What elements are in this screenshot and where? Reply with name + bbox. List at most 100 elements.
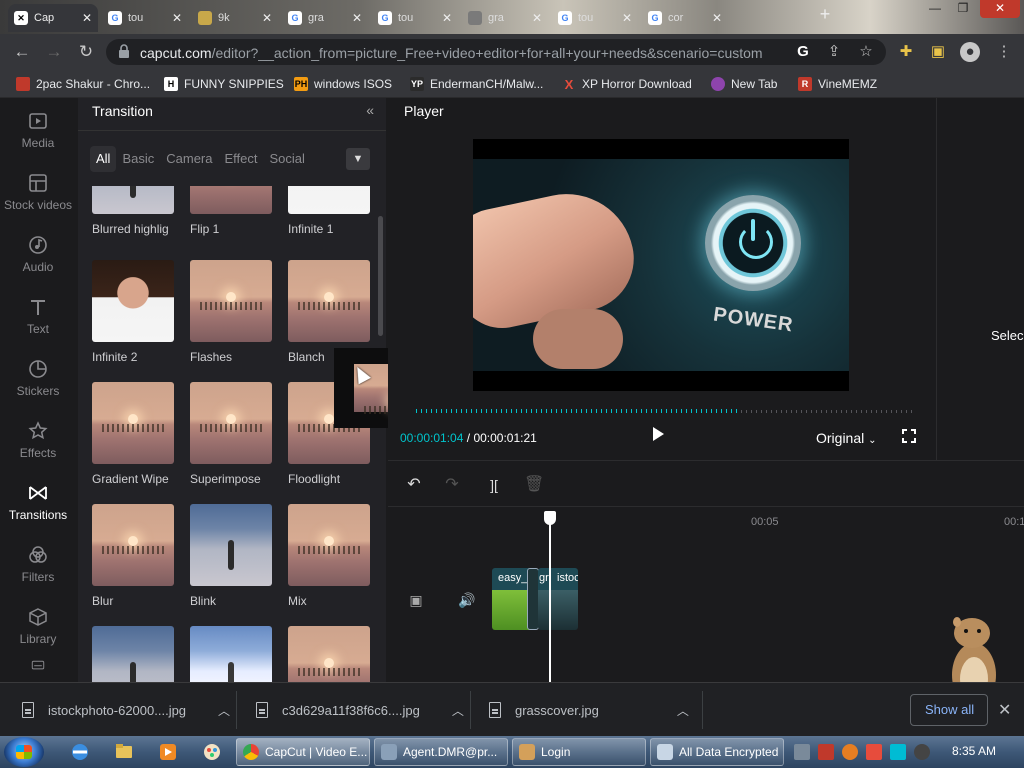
taskbar-task-chrome[interactable]: CapCut | Video E...	[236, 738, 370, 766]
panel-scrollbar[interactable]	[378, 216, 383, 336]
rail-item-media[interactable]: Media	[0, 110, 76, 166]
tray-icon-volume[interactable]	[914, 744, 930, 760]
taskbar-task-agent[interactable]: Agent.DMR@pr...	[374, 738, 508, 766]
tab-capcut[interactable]: ✕ Cap ✕	[8, 4, 98, 32]
bookmark-item[interactable]: New Tab	[711, 76, 777, 92]
close-tab-icon[interactable]: ✕	[712, 11, 722, 25]
close-tab-icon[interactable]: ✕	[622, 11, 632, 25]
transition-tile[interactable]: Superimpose	[190, 382, 272, 486]
collapse-panel-icon[interactable]: «	[366, 102, 374, 118]
menu-kebab-icon[interactable]: ⋮	[994, 42, 1014, 62]
taskbar-task-login[interactable]: Login	[512, 738, 646, 766]
category-tab-all[interactable]: All	[90, 146, 117, 172]
split-icon[interactable]: ][	[484, 475, 504, 495]
transition-tile[interactable]	[288, 626, 370, 682]
forward-icon[interactable]: →	[42, 40, 66, 64]
tab-google-3[interactable]: G gra ✕	[282, 4, 368, 32]
minimize-icon[interactable]: —	[922, 0, 948, 18]
profile-avatar-icon[interactable]: ●	[960, 42, 980, 62]
download-item[interactable]: c3d629a11f38f6c6....jpg ︿	[256, 683, 464, 737]
tray-icon-v[interactable]	[818, 744, 834, 760]
back-icon[interactable]: ←	[10, 40, 34, 64]
tab-google-1[interactable]: G tou ✕	[102, 4, 188, 32]
tray-icon-grid[interactable]	[794, 744, 810, 760]
aspect-ratio-select[interactable]: Original ⌄	[816, 430, 877, 446]
bookmark-item[interactable]: 2pac Shakur - Chro...	[16, 76, 150, 92]
tab-google-6[interactable]: G tou ✕	[552, 4, 638, 32]
rail-item-more[interactable]	[0, 660, 76, 682]
transition-tile[interactable]: Blurred highlig	[92, 186, 174, 236]
timeline-clip[interactable]: easy_	[492, 568, 532, 630]
close-tab-icon[interactable]: ✕	[352, 11, 362, 25]
redo-icon[interactable]: ↷	[442, 475, 462, 495]
restore-icon[interactable]: ❐	[950, 0, 976, 18]
category-tab-camera[interactable]: Camera	[160, 146, 218, 172]
paint-icon[interactable]	[196, 740, 228, 764]
transition-tile[interactable]	[92, 626, 174, 682]
google-lens-icon[interactable]: G	[793, 42, 813, 62]
tab-2[interactable]: 9k ✕	[192, 4, 278, 32]
timeline-clip[interactable]: gr istoc	[538, 568, 578, 630]
side-panel-icon[interactable]: ▣	[928, 42, 948, 62]
tab-google-4[interactable]: G tou ✕	[372, 4, 458, 32]
rail-item-transitions[interactable]: Transitions	[0, 482, 76, 538]
close-tab-icon[interactable]: ✕	[172, 11, 182, 25]
address-bar[interactable]: capcut.com/editor?__action_from=picture_…	[106, 39, 886, 65]
category-tab-social[interactable]: Social	[264, 146, 311, 172]
new-tab-icon[interactable]: +	[812, 5, 838, 24]
close-window-icon[interactable]: ✕	[980, 0, 1020, 18]
close-tab-icon[interactable]: ✕	[82, 11, 92, 25]
chevron-up-icon[interactable]: ︿	[218, 702, 230, 719]
playhead[interactable]	[549, 520, 551, 682]
rail-item-library[interactable]: Library	[0, 606, 76, 662]
chevron-down-icon[interactable]: ▼	[346, 148, 370, 170]
close-tab-icon[interactable]: ✕	[442, 11, 452, 25]
tray-icon-display[interactable]	[890, 744, 906, 760]
media-player-icon[interactable]	[152, 740, 184, 764]
taskbar-task-encrypted[interactable]: All Data Encrypted	[650, 738, 784, 766]
chevron-up-icon[interactable]: ︿	[452, 702, 464, 719]
rail-item-stickers[interactable]: Stickers	[0, 358, 76, 414]
rail-item-effects[interactable]: Effects	[0, 420, 76, 476]
tray-icon-flag[interactable]	[866, 744, 882, 760]
tab-5[interactable]: gra ✕	[462, 4, 548, 32]
close-tab-icon[interactable]: ✕	[262, 11, 272, 25]
download-item[interactable]: grasscover.jpg ︿	[489, 683, 689, 737]
rail-item-stock-videos[interactable]: Stock videos	[0, 172, 76, 228]
internet-explorer-icon[interactable]	[64, 740, 96, 764]
share-icon[interactable]: ⇪	[824, 42, 844, 62]
transition-tile[interactable]: Blur	[92, 504, 174, 608]
bookmark-item[interactable]: H FUNNY SNIPPIES	[164, 76, 284, 92]
close-tab-icon[interactable]: ✕	[532, 11, 542, 25]
fullscreen-icon[interactable]	[901, 428, 917, 444]
delete-icon[interactable]: 🗑	[524, 475, 544, 495]
start-button[interactable]	[4, 737, 44, 767]
transition-tile[interactable]	[190, 626, 272, 682]
undo-icon[interactable]: ↶	[404, 475, 424, 495]
rail-item-audio[interactable]: Audio	[0, 234, 76, 290]
tab-google-7[interactable]: G cor ✕	[642, 4, 728, 32]
transition-tile[interactable]: Flip 1	[190, 186, 272, 236]
play-icon[interactable]	[653, 427, 664, 441]
volume-icon[interactable]: 🔊	[458, 592, 475, 608]
transition-tile[interactable]: Infinite 2	[92, 260, 174, 364]
rail-item-text[interactable]: Text	[0, 296, 76, 352]
extensions-icon[interactable]: ✚	[896, 42, 916, 62]
bookmark-item[interactable]: YP EndermanCH/Malw...	[410, 76, 543, 92]
video-preview[interactable]: POWER	[473, 139, 849, 391]
bookmark-star-icon[interactable]: ☆	[856, 42, 876, 62]
category-tab-basic[interactable]: Basic	[116, 146, 160, 172]
file-explorer-icon[interactable]	[108, 740, 140, 764]
category-tab-effect[interactable]: Effect	[219, 146, 264, 172]
chevron-up-icon[interactable]: ︿	[677, 702, 689, 719]
bookmark-item[interactable]: PH windows ISOS	[294, 76, 392, 92]
tray-icon-search[interactable]	[842, 744, 858, 760]
bookmark-item[interactable]: X XP Horror Download	[562, 76, 692, 92]
transition-tile[interactable]: Infinite 1	[288, 186, 370, 236]
transition-tile[interactable]: Gradient Wipe	[92, 382, 174, 486]
transition-tile[interactable]: Flashes	[190, 260, 272, 364]
bookmark-item[interactable]: R VineMEMZ	[798, 76, 877, 92]
video-track-icon[interactable]: ▣	[408, 592, 424, 608]
rail-item-filters[interactable]: Filters	[0, 544, 76, 600]
download-item[interactable]: istockphoto-62000....jpg ︿	[22, 683, 230, 737]
